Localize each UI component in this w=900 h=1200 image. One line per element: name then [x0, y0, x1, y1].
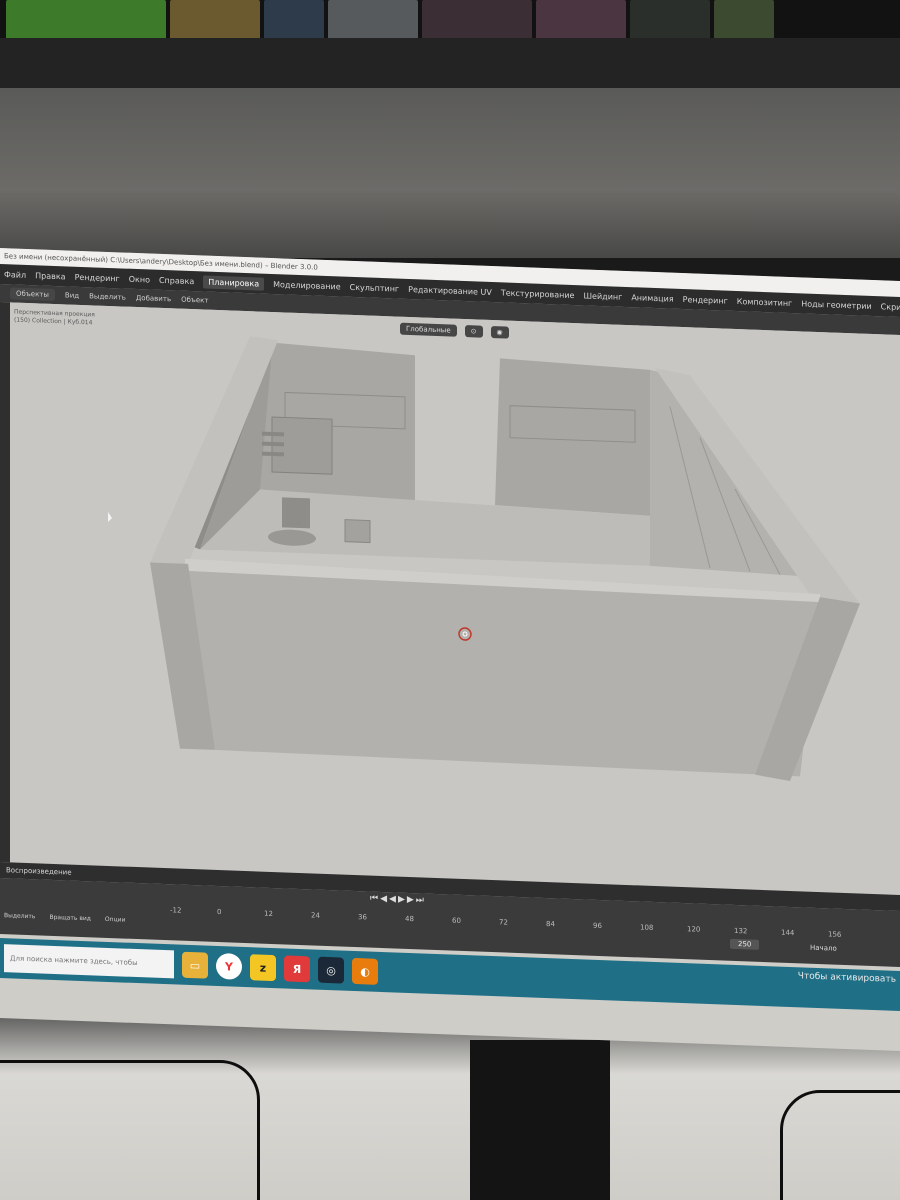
- cable: [780, 1090, 900, 1200]
- steam-icon[interactable]: ◎: [318, 956, 344, 984]
- monitor-screen: Без имени (несохранённый) C:\Users\ander…: [0, 248, 900, 1052]
- tab-texture-paint[interactable]: Текстурирование: [501, 288, 575, 300]
- tab-animation[interactable]: Анимация: [631, 293, 673, 304]
- viewport-info: Перспективная проекция (150) Collection …: [14, 309, 95, 328]
- timeline-tick: 120: [687, 925, 701, 934]
- tab-sculpting[interactable]: Скульптинг: [350, 282, 400, 293]
- room-model: [108, 336, 860, 781]
- photo-frame: Без имени (несохранённый) C:\Users\ander…: [0, 0, 900, 1200]
- proportional-icon[interactable]: ◉: [490, 325, 509, 339]
- timeline-tick: 132: [734, 926, 748, 936]
- orientation-dropdown[interactable]: Глобальные: [400, 322, 457, 337]
- menu-object[interactable]: Объект: [181, 296, 208, 305]
- 3d-viewport[interactable]: [10, 302, 900, 896]
- tab-compositing[interactable]: Композитинг: [737, 297, 792, 308]
- tab-modeling[interactable]: Моделирование: [273, 280, 341, 291]
- blender-icon[interactable]: ◐: [352, 957, 378, 985]
- timeline-tick: 144: [781, 928, 795, 938]
- menu-select[interactable]: Выделить: [89, 292, 126, 301]
- menu-help[interactable]: Справка: [159, 275, 194, 285]
- wall: [0, 88, 900, 258]
- tab-layout[interactable]: Планировка: [203, 274, 265, 291]
- tab-uv-editing[interactable]: Редактирование UV: [408, 284, 492, 296]
- timeline-tick: 108: [640, 923, 654, 932]
- tab-geometry-nodes[interactable]: Ноды геометрии: [801, 299, 871, 311]
- menu-window[interactable]: Окно: [129, 274, 150, 284]
- menu-render[interactable]: Рендеринг: [75, 272, 120, 283]
- menu-file[interactable]: Файл: [4, 270, 26, 280]
- timeline-tick: 12: [264, 909, 273, 919]
- tab-rendering[interactable]: Рендеринг: [683, 295, 728, 306]
- mode-selector[interactable]: Объекты: [10, 287, 55, 302]
- yandex-browser-icon[interactable]: Y: [216, 952, 242, 980]
- app-icon[interactable]: z: [250, 954, 276, 982]
- front-wall: [185, 570, 820, 777]
- playback-menu[interactable]: Воспроизведение: [6, 866, 72, 876]
- timeline-tick: 24: [311, 911, 320, 920]
- menu-edit[interactable]: Правка: [35, 271, 65, 281]
- yandex-icon[interactable]: Я: [284, 955, 310, 983]
- tab-shading[interactable]: Шейдинг: [583, 291, 622, 301]
- menu-add[interactable]: Добавить: [136, 294, 171, 303]
- chair: [282, 497, 310, 529]
- menu-view[interactable]: Вид: [65, 291, 79, 300]
- tab-scripting[interactable]: Скриптинг: [881, 302, 900, 313]
- taskbar-search[interactable]: Для поиска нажмите здесь, чтобы: [4, 944, 174, 979]
- status-select: Выделить: [4, 912, 36, 921]
- back-wall-right: [495, 358, 650, 516]
- timeline-tick: 84: [546, 920, 555, 929]
- small-table: [344, 519, 371, 544]
- bookshelf: [0, 0, 900, 42]
- playback-controls[interactable]: ⏮◀◀▶▶⏭: [370, 894, 426, 906]
- monitor-stand: [470, 1040, 610, 1200]
- mouse-cursor-icon: [108, 511, 112, 522]
- tool-shelf[interactable]: [0, 302, 10, 863]
- timeline-tick: -12: [170, 906, 182, 915]
- folder-icon[interactable]: ▭: [182, 951, 208, 979]
- status-rotate: Вращать вид: [49, 913, 91, 923]
- status-options: Опции: [104, 915, 126, 924]
- snap-icon[interactable]: ⊙: [464, 325, 483, 338]
- timeline-tick: 72: [499, 918, 508, 927]
- timeline-tick: 60: [452, 916, 461, 925]
- activate-windows-text: Чтобы активировать: [797, 971, 896, 985]
- timeline-tick: 156: [828, 930, 842, 939]
- timeline-tick: 48: [405, 914, 414, 924]
- timeline-tick: 0: [217, 907, 222, 917]
- timeline-tick: 96: [593, 921, 602, 931]
- timeline-tick: 36: [358, 913, 367, 922]
- cable: [0, 1060, 260, 1200]
